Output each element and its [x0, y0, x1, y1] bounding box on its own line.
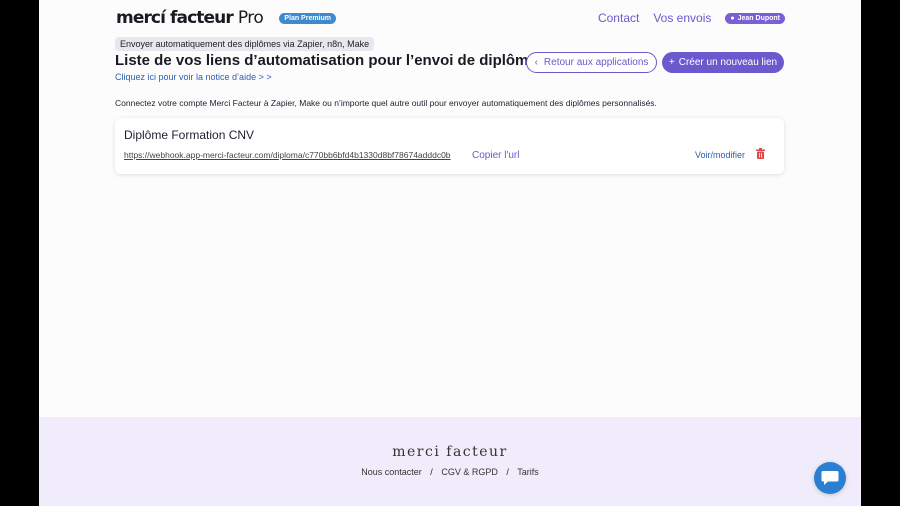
chat-bubble-icon	[821, 471, 839, 485]
create-link-button[interactable]: + Créer un nouveau lien	[662, 52, 784, 73]
chevron-left-icon: ‹	[534, 57, 538, 68]
logo[interactable]: mercí facteur Pro	[116, 8, 264, 28]
user-menu[interactable]: ● Jean Dupont	[725, 12, 785, 24]
help-link[interactable]: Cliquez ici pour voir la notice d’aide >…	[115, 72, 272, 82]
automation-link-card: Diplôme Formation CNV https://webhook.ap…	[115, 118, 784, 174]
footer-separator: /	[430, 467, 433, 477]
copy-url-button[interactable]: Copier l'url	[472, 150, 519, 161]
trash-icon[interactable]	[756, 148, 765, 159]
footer-links: Nous contacter / CGV & RGPD / Tarifs	[39, 467, 861, 477]
footer-separator: /	[506, 467, 509, 477]
page-title: Liste de vos liens d’automatisation pour…	[115, 52, 546, 69]
breadcrumb: Envoyer automatiquement des diplômes via…	[115, 37, 375, 51]
webhook-url[interactable]: https://webhook.app-merci-facteur.com/di…	[124, 150, 451, 160]
back-to-apps-button[interactable]: ‹ Retour aux applications	[526, 52, 657, 73]
top-bar: mercí facteur Pro Plan Premium Contact Vo…	[116, 7, 785, 29]
user-name: Jean Dupont	[737, 14, 780, 22]
user-icon: ●	[730, 14, 735, 22]
chat-widget-button[interactable]	[814, 462, 846, 494]
logo-text: mercí facteur	[116, 8, 234, 28]
footer: merci facteur Nous contacter / CGV & RGP…	[39, 417, 861, 506]
plus-icon: +	[668, 57, 675, 68]
app-page: mercí facteur Pro Plan Premium Contact Vo…	[39, 0, 861, 506]
nav-contact[interactable]: Contact	[598, 11, 639, 25]
nav-vos-envois[interactable]: Vos envois	[653, 11, 711, 25]
plan-badge: Plan Premium	[279, 12, 337, 24]
back-button-label: Retour aux applications	[543, 57, 649, 68]
link-title: Diplôme Formation CNV	[124, 128, 255, 142]
create-button-label: Créer un nouveau lien	[678, 57, 778, 68]
footer-link-contact[interactable]: Nous contacter	[361, 467, 422, 477]
footer-link-tarifs[interactable]: Tarifs	[517, 467, 539, 477]
footer-link-cgv[interactable]: CGV & RGPD	[441, 467, 498, 477]
logo-suffix: Pro	[237, 8, 264, 28]
top-nav: Contact Vos envois ● Jean Dupont	[584, 11, 785, 25]
view-edit-button[interactable]: Voir/modifier	[695, 150, 745, 160]
intro-text: Connectez votre compte Merci Facteur à Z…	[115, 98, 657, 108]
footer-logo: merci facteur	[392, 444, 508, 460]
